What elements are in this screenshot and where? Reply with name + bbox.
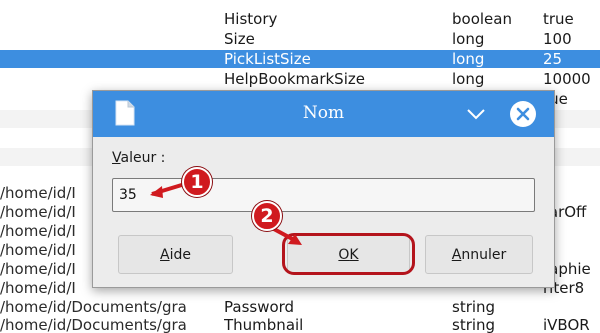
cancel-label: nnuler [461,246,507,263]
row-value: true [543,10,574,28]
help-mnemonic: A [160,246,170,263]
row-type: long [452,70,485,88]
row-name: Size [224,30,255,48]
row-value: 100 [543,30,572,48]
row-type: string [452,316,496,333]
row-value: 10000 [543,70,591,88]
row-type: boolean [452,10,512,28]
table-row[interactable]: Size long 100 [0,30,600,48]
row-name: HelpBookmarkSize [224,70,365,88]
value-field-label: Valeur : [112,150,165,166]
table-row[interactable]: /home/id/Documents/gra Password string [0,298,600,316]
step2-marker: 2 [252,201,282,231]
help-button[interactable]: Aide [118,235,233,274]
row-type: long [452,30,485,48]
help-label: ide [169,246,191,263]
table-row[interactable]: History boolean true [0,10,600,28]
row-value: iVBOR [543,316,590,333]
table-row[interactable]: /home/id/Documents/gra Thumbnail string … [0,316,600,333]
ok-highlight-annotation [282,233,415,275]
dialog-titlebar[interactable]: Nom [93,91,554,137]
table-row[interactable]: HelpBookmarkSize long 10000 [0,70,600,88]
row-type: string [452,298,496,316]
cancel-button[interactable]: Annuler [425,235,533,274]
row-name: Thumbnail [224,316,304,333]
row-path: /home/id/Documents/gra [0,298,187,316]
chevron-down-icon[interactable] [464,103,488,125]
cancel-mnemonic: A [451,246,462,263]
row-name: Password [224,298,295,316]
close-icon[interactable] [509,100,537,128]
row-type: long [452,50,485,68]
label-text: aleur : [120,150,166,166]
step1-marker: 1 [182,167,212,197]
label-mnemonic: V [112,150,121,166]
row-name: PickListSize [224,50,311,68]
row-path: /home/id/Documents/gra [0,316,187,333]
row-name: History [224,10,278,28]
table-row-selected[interactable]: PickListSize long 25 [0,50,600,68]
value-input[interactable] [112,178,535,212]
row-value: 25 [543,50,563,68]
